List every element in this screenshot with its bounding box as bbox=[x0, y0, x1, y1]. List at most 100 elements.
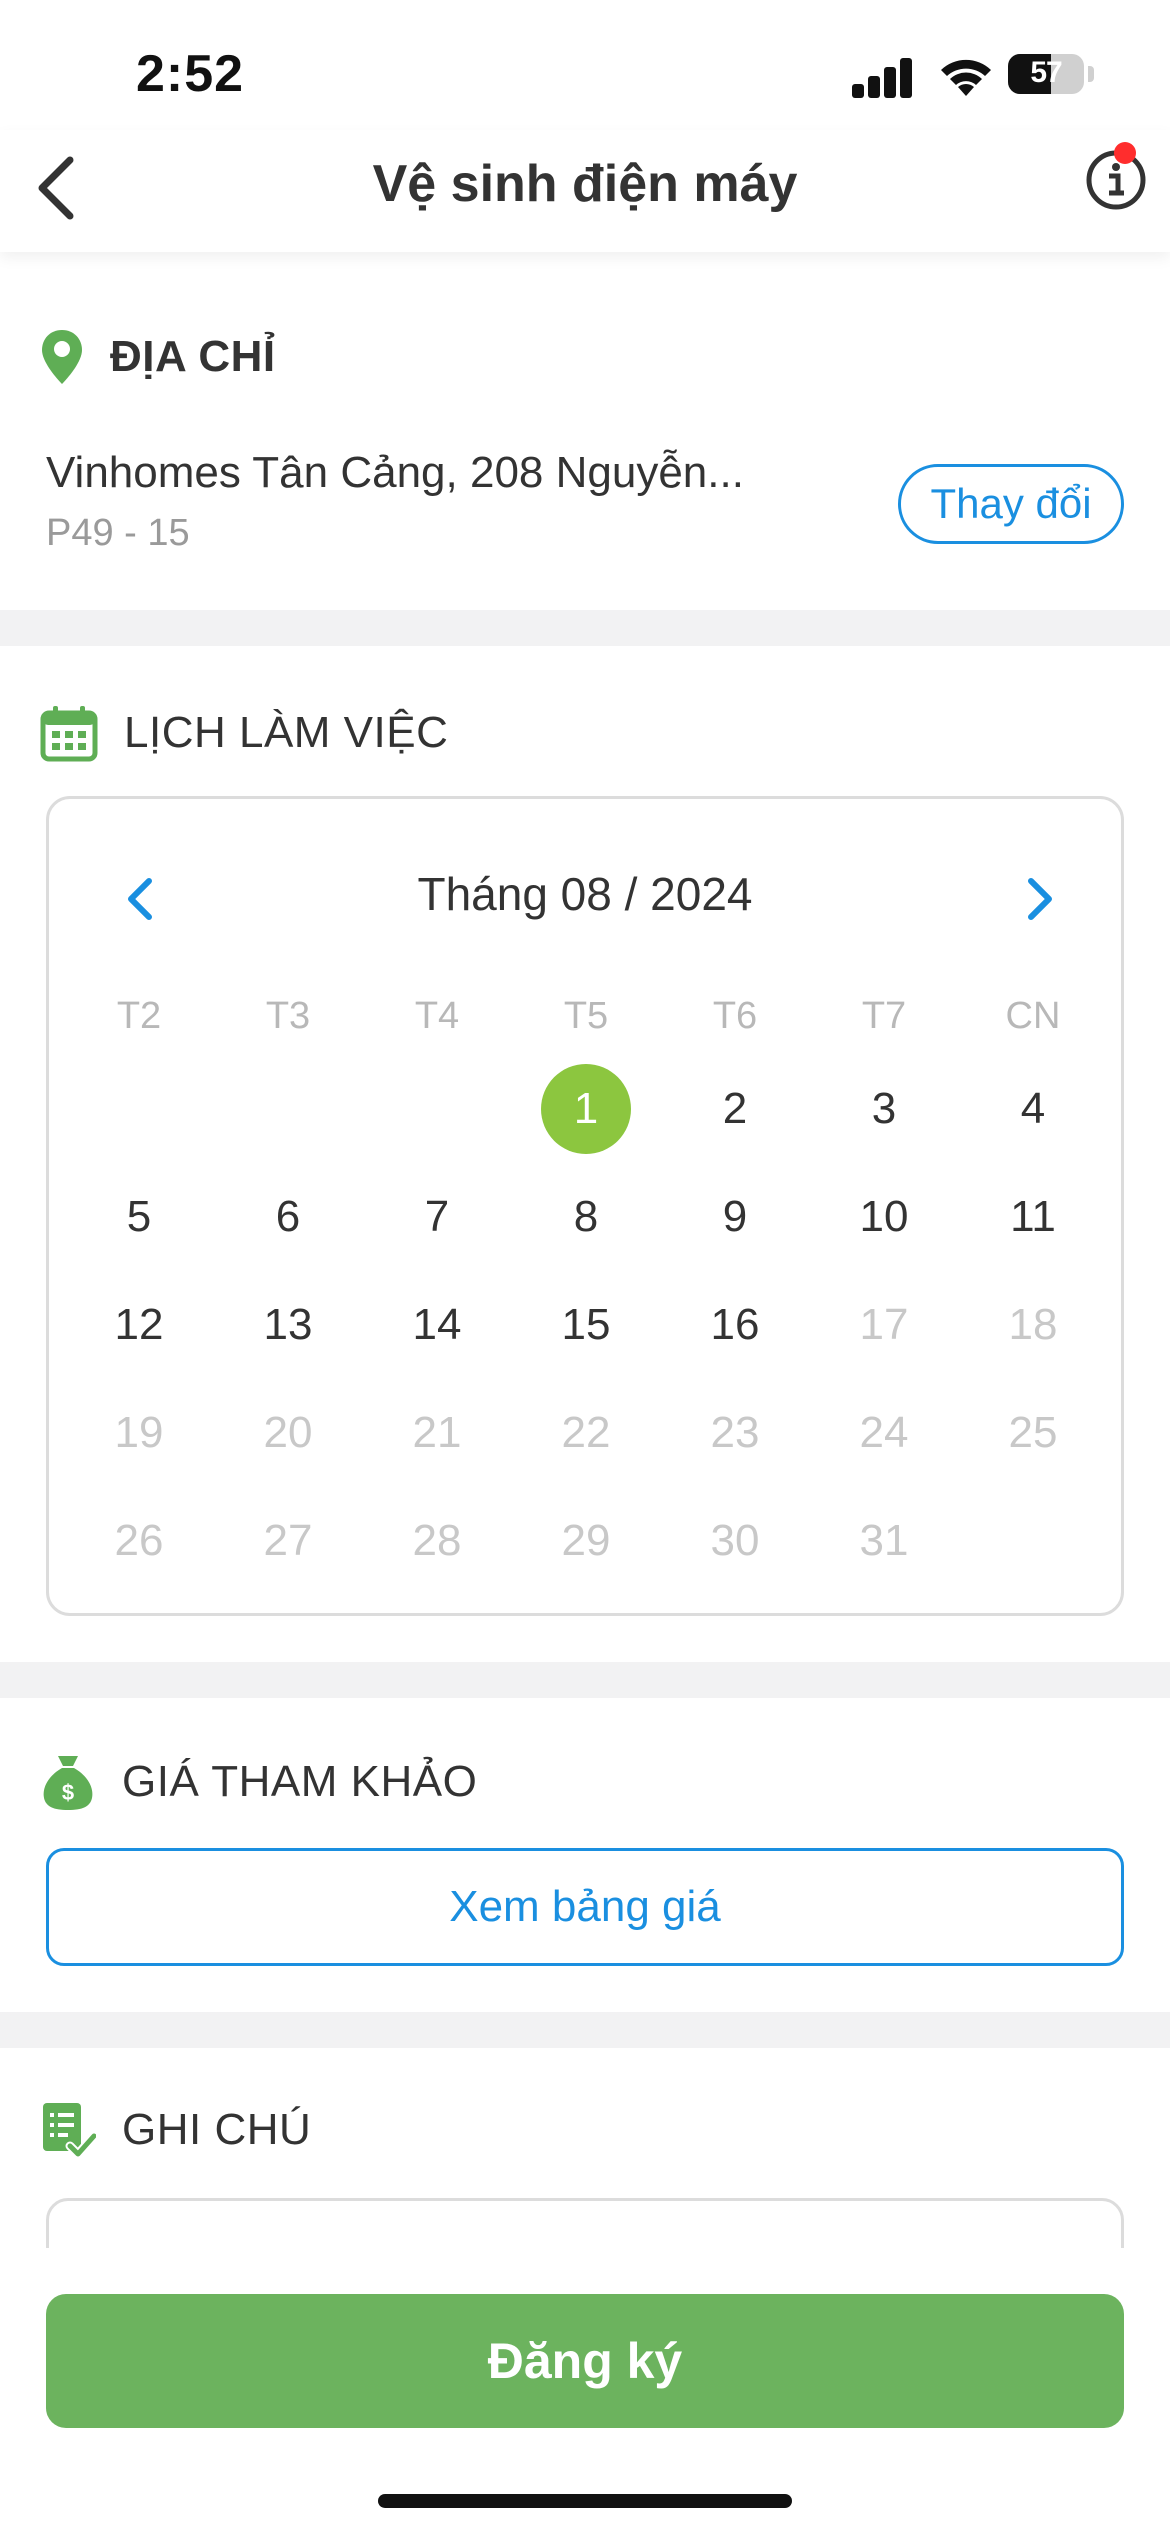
calendar-day-label: 6 bbox=[275, 1192, 301, 1241]
battery-level: 57 bbox=[1030, 56, 1062, 89]
battery-icon: 57 bbox=[1008, 54, 1084, 94]
calendar-day-label: 29 bbox=[561, 1516, 611, 1565]
calendar-day-15[interactable]: 15 bbox=[526, 1275, 646, 1375]
calendar-day-22: 22 bbox=[526, 1383, 646, 1483]
calendar-day-label: 23 bbox=[710, 1408, 760, 1457]
calendar-day-label: 4 bbox=[1020, 1084, 1046, 1133]
address-line-2: P49 - 15 bbox=[46, 512, 190, 554]
screen: 2:52 57 Vệ sinh điện máy ĐỊA CHỈ Vinhome… bbox=[0, 0, 1170, 2532]
calendar-day-5[interactable]: 5 bbox=[79, 1167, 199, 1267]
calendar-day-label: 2 bbox=[722, 1084, 748, 1133]
calendar-day-label: 27 bbox=[263, 1516, 313, 1565]
calendar-day-16[interactable]: 16 bbox=[675, 1275, 795, 1375]
calendar-day-27: 27 bbox=[228, 1491, 348, 1591]
weekday-t6: T6 bbox=[712, 995, 758, 1037]
weekday-t3: T3 bbox=[265, 995, 311, 1037]
calendar-day-label: 11 bbox=[1010, 1192, 1056, 1241]
calendar-day-label: 22 bbox=[561, 1408, 611, 1457]
calendar-day-20: 20 bbox=[228, 1383, 348, 1483]
price-heading: GIÁ THAM KHẢO bbox=[122, 1757, 478, 1806]
calendar-day-11[interactable]: 11 bbox=[973, 1167, 1093, 1267]
svg-text:$: $ bbox=[62, 1780, 74, 1805]
calendar-day-1[interactable]: 1 bbox=[526, 1059, 646, 1159]
calendar-day-10[interactable]: 10 bbox=[824, 1167, 944, 1267]
address-header: ĐỊA CHỈ bbox=[40, 328, 276, 386]
address-heading: ĐỊA CHỈ bbox=[110, 332, 276, 381]
view-price-list-button[interactable]: Xem bảng giá bbox=[46, 1848, 1124, 1966]
calendar-day-label: 3 bbox=[871, 1084, 897, 1133]
calendar-day-19: 19 bbox=[79, 1383, 199, 1483]
status-bar: 2:52 57 bbox=[0, 0, 1170, 130]
weekday-t7: T7 bbox=[861, 995, 907, 1037]
calendar-day-label: 24 bbox=[859, 1408, 909, 1457]
wifi-icon bbox=[941, 59, 991, 96]
calendar-day-7[interactable]: 7 bbox=[377, 1167, 497, 1267]
register-button[interactable]: Đăng ký bbox=[46, 2294, 1124, 2428]
page-title: Vệ sinh điện máy bbox=[372, 155, 798, 213]
calendar-day-label: 20 bbox=[263, 1408, 313, 1457]
address-section: ĐỊA CHỈ Vinhomes Tân Cảng, 208 Nguyễn...… bbox=[0, 252, 1170, 610]
calendar-day-30: 30 bbox=[675, 1491, 795, 1591]
cellular-signal-icon bbox=[852, 56, 914, 98]
calendar-day-28: 28 bbox=[377, 1491, 497, 1591]
nav-bar: Vệ sinh điện máy bbox=[0, 130, 1170, 252]
calendar-day-label: 16 bbox=[710, 1300, 760, 1349]
calendar: Tháng 08 / 2024 T2 T3 T4 T5 T6 T7 CN 1 2 3 4 5 6 7 8 9 1… bbox=[46, 796, 1124, 1616]
calendar-day-label: 26 bbox=[114, 1516, 164, 1565]
calendar-day-6[interactable]: 6 bbox=[228, 1167, 348, 1267]
calendar-day-label: 28 bbox=[412, 1516, 462, 1565]
calendar-day-29: 29 bbox=[526, 1491, 646, 1591]
note-check-icon bbox=[43, 2103, 96, 2159]
weekday-t2: T2 bbox=[116, 995, 162, 1037]
calendar-day-label: 10 bbox=[859, 1192, 909, 1241]
calendar-day-2[interactable]: 2 bbox=[675, 1059, 795, 1159]
calendar-day-label: 1 bbox=[541, 1064, 631, 1154]
calendar-day-4[interactable]: 4 bbox=[973, 1059, 1093, 1159]
calendar-day-label: 18 bbox=[1008, 1300, 1058, 1349]
calendar-day-31: 31 bbox=[824, 1491, 944, 1591]
calendar-day-3[interactable]: 3 bbox=[824, 1059, 944, 1159]
battery-tip bbox=[1088, 66, 1094, 82]
address-line-1: Vinhomes Tân Cảng, 208 Nguyễn... bbox=[46, 448, 744, 497]
price-header: $ GIÁ THAM KHẢO bbox=[40, 1752, 477, 1812]
calendar-day-24: 24 bbox=[824, 1383, 944, 1483]
calendar-icon bbox=[40, 706, 98, 762]
calendar-day-17: 17 bbox=[824, 1275, 944, 1375]
weekday-t5: T5 bbox=[563, 995, 609, 1037]
calendar-day-label: 8 bbox=[573, 1192, 599, 1241]
next-month-chevron-icon[interactable] bbox=[1009, 869, 1069, 929]
calendar-day-label: 13 bbox=[263, 1300, 313, 1349]
price-section: $ GIÁ THAM KHẢO Xem bảng giá bbox=[0, 1698, 1170, 2012]
calendar-day-label: 21 bbox=[412, 1408, 462, 1457]
bottom-bar: Đăng ký bbox=[0, 2248, 1170, 2532]
change-address-button[interactable]: Thay đổi bbox=[898, 464, 1124, 544]
weekday-t4: T4 bbox=[414, 995, 460, 1037]
calendar-day-8[interactable]: 8 bbox=[526, 1167, 646, 1267]
map-pin-icon bbox=[42, 330, 82, 384]
calendar-day-label: 9 bbox=[722, 1192, 748, 1241]
schedule-section: LỊCH LÀM VIỆC Tháng 08 / 2024 T2 T3 T4 T5 T6… bbox=[0, 646, 1170, 1662]
calendar-day-26: 26 bbox=[79, 1491, 199, 1591]
schedule-header: LỊCH LÀM VIỆC bbox=[40, 704, 448, 762]
note-heading: GHI CHÚ bbox=[122, 2105, 312, 2154]
calendar-day-label: 25 bbox=[1008, 1408, 1058, 1457]
calendar-day-label: 31 bbox=[859, 1516, 909, 1565]
calendar-day-label: 19 bbox=[114, 1408, 164, 1457]
calendar-day-25: 25 bbox=[973, 1383, 1093, 1483]
notification-dot bbox=[1114, 142, 1136, 164]
calendar-day-12[interactable]: 12 bbox=[79, 1275, 199, 1375]
calendar-day-label: 30 bbox=[710, 1516, 760, 1565]
calendar-day-label: 17 bbox=[859, 1300, 909, 1349]
calendar-day-14[interactable]: 14 bbox=[377, 1275, 497, 1375]
calendar-day-label: 5 bbox=[126, 1192, 152, 1241]
status-time: 2:52 bbox=[136, 45, 245, 103]
schedule-heading: LỊCH LÀM VIỆC bbox=[124, 708, 449, 757]
calendar-day-9[interactable]: 9 bbox=[675, 1167, 795, 1267]
calendar-day-23: 23 bbox=[675, 1383, 795, 1483]
calendar-day-13[interactable]: 13 bbox=[228, 1275, 348, 1375]
calendar-day-label: 14 bbox=[412, 1300, 462, 1349]
calendar-day-21: 21 bbox=[377, 1383, 497, 1483]
calendar-day-label: 15 bbox=[561, 1300, 611, 1349]
home-indicator bbox=[378, 2494, 792, 2508]
note-header: GHI CHÚ bbox=[40, 2100, 311, 2160]
